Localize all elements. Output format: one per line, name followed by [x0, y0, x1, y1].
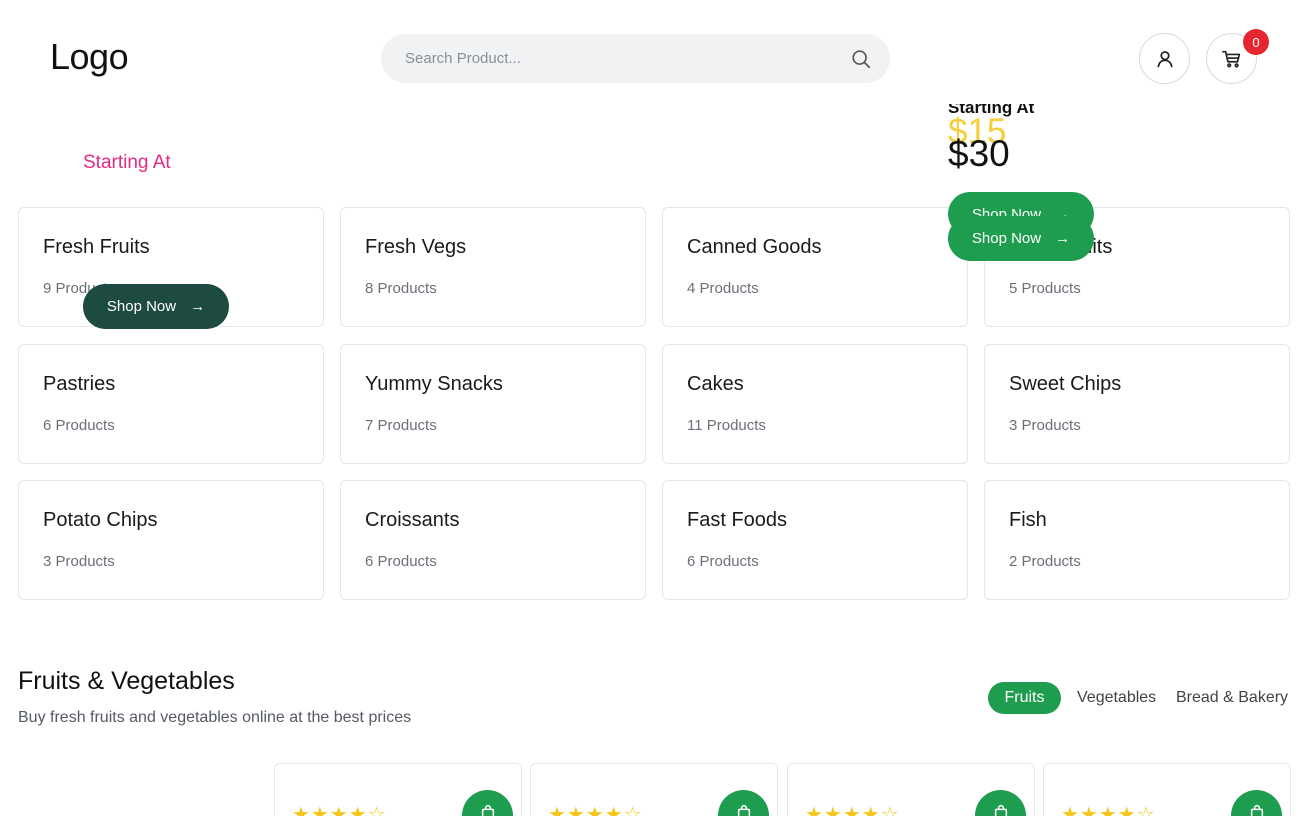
category-count: 5 Products	[1009, 280, 1081, 297]
rating-stars: ★★★★☆	[548, 802, 643, 816]
product-card[interactable]: ★★★★☆	[274, 763, 522, 816]
shopping-bag-icon	[1250, 804, 1263, 816]
category-card[interactable]: Cakes 11 Products	[662, 344, 968, 464]
category-count: 2 Products	[1009, 553, 1081, 570]
star-icon: ★★★★	[1061, 804, 1137, 816]
shop-now-button[interactable]: Shop Now →	[948, 216, 1094, 261]
category-title: Fast Foods	[687, 509, 788, 531]
category-title: Yummy Snacks	[365, 373, 503, 395]
category-card[interactable]: Fresh Vegs 8 Products	[340, 207, 646, 327]
category-count: 7 Products	[365, 417, 437, 434]
category-count: 6 Products	[365, 553, 437, 570]
category-title: Potato Chips	[43, 509, 158, 531]
product-card[interactable]: ★★★★☆	[787, 763, 1035, 816]
star-icon: ☆	[880, 804, 900, 816]
search-icon[interactable]	[850, 48, 872, 70]
category-title: Fish	[1009, 509, 1047, 531]
shopping-bag-icon	[737, 804, 750, 816]
category-card[interactable]: Potato Chips 3 Products	[18, 480, 324, 600]
category-count: 4 Products	[687, 280, 759, 297]
rating-stars: ★★★★☆	[805, 802, 900, 816]
star-icon: ☆	[367, 804, 387, 816]
star-icon: ★★★★	[292, 804, 368, 816]
search-bar	[381, 34, 890, 83]
add-to-cart-button[interactable]	[1231, 790, 1282, 816]
shopping-bag-icon	[481, 804, 494, 816]
category-count: 3 Products	[43, 553, 115, 570]
section-title: Fruits & Vegetables	[18, 667, 235, 695]
rating-stars: ★★★★☆	[292, 802, 387, 816]
category-card[interactable]: Sweet Chips 3 Products	[984, 344, 1290, 464]
search-input[interactable]	[405, 34, 825, 83]
category-card[interactable]: Croissants 6 Products	[340, 480, 646, 600]
category-card[interactable]: Yummy Snacks 7 Products	[340, 344, 646, 464]
tab-vegetables[interactable]: Vegetables	[1077, 682, 1156, 714]
category-count: 8 Products	[365, 280, 437, 297]
category-card[interactable]: Pastries 6 Products	[18, 344, 324, 464]
add-to-cart-button[interactable]	[975, 790, 1026, 816]
banner-price: $30	[948, 133, 1010, 174]
cart-icon	[1221, 50, 1240, 68]
arrow-right-icon: →	[1055, 230, 1071, 247]
star-icon: ☆	[1136, 804, 1156, 816]
product-card[interactable]: ★★★★☆	[1043, 763, 1291, 816]
arrow-right-icon: →	[190, 298, 206, 315]
star-icon: ☆	[623, 804, 643, 816]
star-icon: ★★★★	[548, 804, 624, 816]
category-title: Fresh Vegs	[365, 236, 467, 258]
shop-now-label: Shop Now	[106, 298, 177, 315]
product-card[interactable]: ★★★★☆	[530, 763, 778, 816]
category-title: Sweet Chips	[1009, 373, 1122, 395]
category-title: Canned Goods	[687, 236, 822, 258]
shop-now-label: Shop Now	[971, 230, 1042, 247]
account-button[interactable]	[1139, 33, 1190, 84]
category-card[interactable]: Canned Goods 4 Products	[662, 207, 968, 327]
category-card[interactable]: Fast Foods 6 Products	[662, 480, 968, 600]
category-card[interactable]: Fish 2 Products	[984, 480, 1290, 600]
category-title: Fresh Fruits	[43, 236, 150, 258]
category-count: 11 Products	[687, 417, 766, 434]
shop-now-button[interactable]: Shop Now →	[83, 284, 229, 329]
category-count: 6 Products	[43, 417, 115, 434]
category-title: Cakes	[687, 373, 744, 395]
section-subtitle: Buy fresh fruits and vegetables online a…	[18, 709, 412, 726]
tab-fruits[interactable]: Fruits	[988, 682, 1061, 714]
cart-count-badge: 0	[1243, 29, 1269, 55]
add-to-cart-button[interactable]	[462, 790, 513, 816]
tab-bread-bakery[interactable]: Bread & Bakery	[1176, 682, 1288, 714]
banner-starting-at-text: Starting At	[83, 152, 171, 173]
category-title: Pastries	[43, 373, 116, 395]
category-title: Croissants	[365, 509, 460, 531]
shopping-bag-icon	[994, 804, 1007, 816]
logo[interactable]: Logo	[50, 36, 129, 78]
category-count: 6 Products	[687, 553, 759, 570]
star-icon: ★★★★	[805, 804, 881, 816]
add-to-cart-button[interactable]	[718, 790, 769, 816]
category-count: 3 Products	[1009, 417, 1081, 434]
rating-stars: ★★★★☆	[1061, 802, 1156, 816]
user-icon	[1157, 50, 1172, 67]
